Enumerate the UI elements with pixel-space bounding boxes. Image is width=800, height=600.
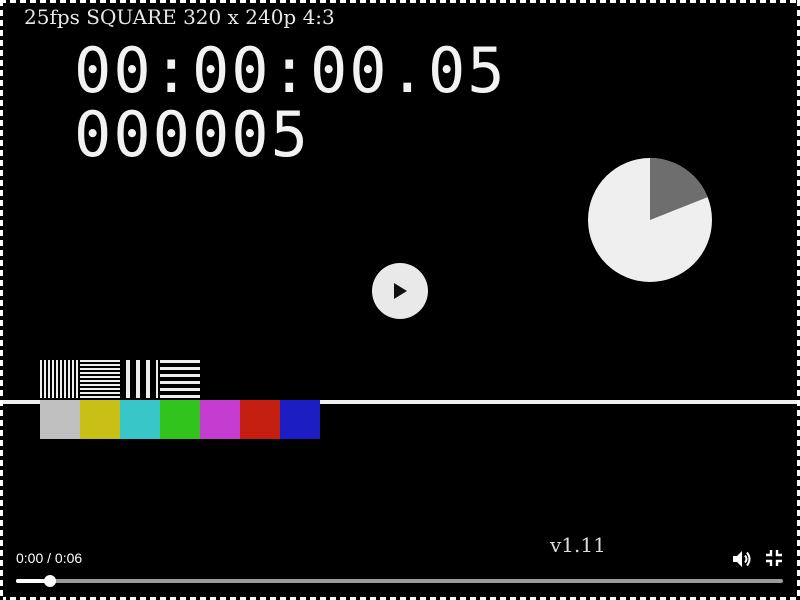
test-pattern-horizontal-fine <box>80 360 120 398</box>
volume-button[interactable] <box>730 547 754 571</box>
dashed-border-top <box>0 0 800 3</box>
video-format-label: 25fps SQUARE 320 x 240p 4:3 <box>24 5 335 29</box>
time-display: 0:00 / 0:06 <box>16 550 83 566</box>
timecode-display: 00:00:00.05 <box>74 34 507 107</box>
volume-icon <box>733 551 751 567</box>
dashed-border-left <box>0 0 3 600</box>
progress-bar[interactable] <box>16 575 783 587</box>
color-bar-3 <box>120 400 160 439</box>
play-button[interactable] <box>372 263 428 319</box>
test-pattern-horizontal-coarse <box>160 360 200 398</box>
frame-counter: 000005 <box>74 98 310 171</box>
version-label: v1.11 <box>550 533 606 557</box>
color-bar-2 <box>80 400 120 439</box>
play-icon <box>394 283 407 299</box>
video-player[interactable]: 25fps SQUARE 320 x 240p 4:3 00:00:00.05 … <box>0 0 800 600</box>
clock-pie <box>588 158 712 282</box>
test-pattern-vertical-fine <box>40 360 80 398</box>
color-bar-5 <box>200 400 240 439</box>
test-pattern-vertical-coarse <box>120 360 158 398</box>
exit-fullscreen-icon <box>766 550 782 566</box>
progress-thumb[interactable] <box>43 575 56 587</box>
color-bar-1 <box>40 400 80 439</box>
color-bars <box>40 400 320 439</box>
color-bar-7 <box>280 400 320 439</box>
color-bar-6 <box>240 400 280 439</box>
exit-fullscreen-button[interactable] <box>763 547 785 569</box>
color-bar-4 <box>160 400 200 439</box>
